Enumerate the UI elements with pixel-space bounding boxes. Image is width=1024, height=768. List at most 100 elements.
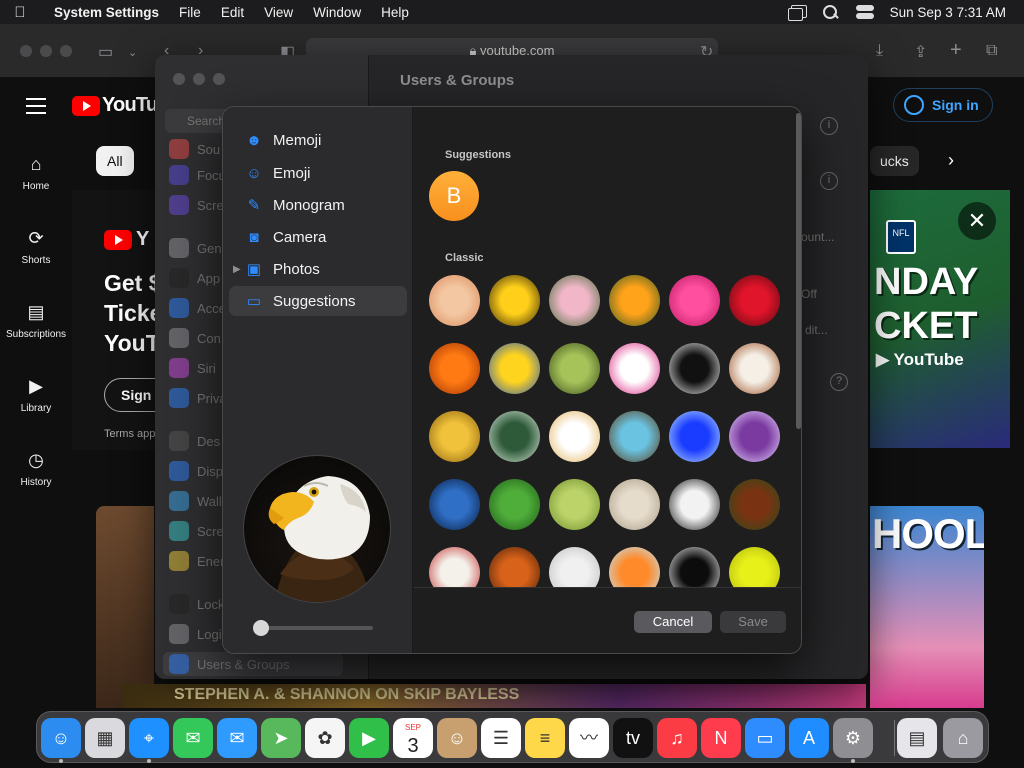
download-icon[interactable]: ⤓ [876,42,883,60]
nav-history[interactable]: ◷ History [0,450,72,488]
chevron-down-icon[interactable]: ⌄ [128,46,137,59]
save-button[interactable]: Save [720,611,786,633]
menu-edit[interactable]: Edit [211,5,254,20]
avatar-basketball[interactable] [489,547,540,587]
avatar-lightning[interactable] [729,411,780,462]
sidebar-item-screen-time[interactable]: Scre [169,195,224,215]
menu-help[interactable]: Help [371,5,419,20]
avatar-rose-peach[interactable] [429,275,480,326]
nav-library[interactable]: ▶ Library [0,376,72,414]
avatar-snowflake[interactable] [669,411,720,462]
avatar-soccer[interactable] [609,547,660,587]
zoom-slider-knob[interactable] [253,620,269,636]
monogram-avatar[interactable]: B [429,171,479,221]
avatar-sunflower[interactable] [489,275,540,326]
sidebar-item-siri[interactable]: Siri [169,358,216,378]
dock-notes-icon[interactable]: ≡ [525,718,565,758]
source-photos[interactable]: ▶ ▣ Photos [229,254,407,284]
nav-shorts[interactable]: ⟳ Shorts [0,228,72,266]
apple-menu-icon[interactable]:  [0,4,40,21]
dock-messages-icon[interactable]: ✉ [173,718,213,758]
avatar-red-rose[interactable] [729,275,780,326]
dock-photos-icon[interactable]: ✿ [305,718,345,758]
sidebar-item-users-groups[interactable]: Users & Groups [169,654,289,674]
disclosure-triangle-icon[interactable]: ▶ [233,264,241,275]
source-suggestions[interactable]: ▭ Suggestions [229,286,407,316]
sidebar-item-appearance[interactable]: App [169,268,220,288]
dock-keynote-icon[interactable]: ▭ [745,718,785,758]
dock-appletv-icon[interactable]: tv [613,718,653,758]
dock-freeform-icon[interactable]: 〰 [569,718,609,758]
sidebar-item-login[interactable]: Logi [169,624,222,644]
menu-app-name[interactable]: System Settings [40,5,169,20]
avatar-lips[interactable] [609,343,660,394]
sidebar-item-privacy[interactable]: Priva [169,388,227,408]
menu-view[interactable]: View [254,5,303,20]
avatar-gingerbread[interactable] [729,343,780,394]
dock-launchpad-icon[interactable]: ▦ [85,718,125,758]
selected-picture-preview[interactable] [243,455,391,603]
sidebar-item-control-center[interactable]: Con [169,328,221,348]
avatar-poppy[interactable] [609,275,660,326]
avatar-baseball[interactable] [429,547,480,587]
menu-clock[interactable]: Sun Sep 3 7:31 AM [890,5,1006,20]
dock-appstore-icon[interactable]: A [789,718,829,758]
sidebar-item-screen-saver[interactable]: Scre [169,521,224,541]
avatar-cactus[interactable] [549,479,600,530]
avatar-leaf[interactable] [489,479,540,530]
sidebar-item-sound[interactable]: Sou [169,139,220,159]
avatar-fortune-cookie[interactable] [549,411,600,462]
video-thumbnail[interactable]: HOOL [870,506,984,708]
avatar-sunflower-field[interactable] [489,343,540,394]
dock-news-icon[interactable]: N [701,718,741,758]
stage-manager-icon[interactable] [787,5,807,21]
avatar-gold-coin[interactable] [429,411,480,462]
zoom-slider[interactable] [253,620,373,636]
sidebar-item-desktop[interactable]: Des [169,431,220,451]
sidebar-item-focus[interactable]: Focu [169,165,226,185]
dock-system-settings-icon[interactable]: ⚙ [833,718,873,758]
close-ad-icon[interactable]: ✕ [958,202,996,240]
avatar-eggs-nest[interactable] [609,411,660,462]
menu-window[interactable]: Window [303,5,371,20]
avatar-football[interactable] [729,479,780,530]
spotlight-search-icon[interactable] [822,5,840,19]
source-camera[interactable]: ◙ Camera [229,222,407,252]
avatar-golf-ball[interactable] [549,547,600,587]
dock-music-icon[interactable]: ♫ [657,718,697,758]
new-tab-icon[interactable]: + [950,39,962,62]
sidebar-toggle-icon[interactable]: ▭ [98,42,113,62]
gallery-scrollbar[interactable] [796,113,801,429]
info-icon[interactable]: i [820,172,838,190]
avatar-lotus[interactable] [549,275,600,326]
avatar-earth[interactable] [429,479,480,530]
sidebar-item-lock-screen[interactable]: Lock [169,594,224,614]
dock-trash-icon[interactable]: ⌂ [943,718,983,758]
account-button[interactable]: ount... [801,230,834,244]
share-icon[interactable]: ⇪ [914,42,927,62]
chevron-right-icon[interactable]: › [948,150,954,171]
dock-facetime-icon[interactable]: ▶ [349,718,389,758]
control-center-icon[interactable] [855,5,874,19]
sidebar-item-accessibility[interactable]: Acce [169,298,226,318]
chip-all[interactable]: All [96,146,134,176]
source-emoji[interactable]: ☺ Emoji [229,158,407,188]
sign-in-button[interactable]: Sign in [893,88,993,122]
sidebar-item-general[interactable]: Gen [169,238,222,258]
video-thumbnail[interactable]: STEPHEN A. & SHANNON ON SKIP BAYLESS [122,684,866,708]
dock-documents-icon[interactable]: ▤ [897,718,937,758]
edit-button[interactable]: dit... [805,323,828,337]
sidebar-item-displays[interactable]: Disp [169,461,223,481]
dock-finder-icon[interactable]: ☺ [41,718,81,758]
avatar-chalkboard[interactable] [489,411,540,462]
safari-window-controls[interactable] [20,45,72,57]
hamburger-menu-icon[interactable] [26,98,46,119]
avatar-tennis-ball[interactable] [729,547,780,587]
dock-safari-icon[interactable]: ⌖ [129,718,169,758]
info-icon[interactable]: i [820,117,838,135]
dock-maps-icon[interactable]: ➤ [261,718,301,758]
chip-category[interactable]: ucks [870,146,919,176]
dock-contacts-icon[interactable]: ☺ [437,718,477,758]
dock-reminders-icon[interactable]: ☰ [481,718,521,758]
sidebar-item-energy[interactable]: Ener [169,551,224,571]
